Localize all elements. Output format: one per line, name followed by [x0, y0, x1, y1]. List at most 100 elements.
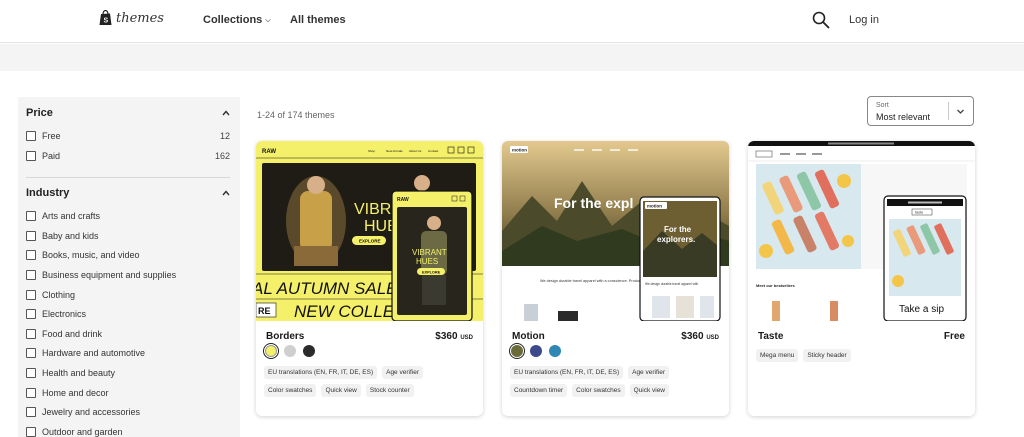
filter-option-industry[interactable]: Clothing: [26, 290, 75, 300]
preview-mobile-body: We design durable travel apparel with: [645, 282, 699, 286]
theme-name[interactable]: Taste: [758, 331, 783, 342]
preview-cta: EXPLORE: [359, 239, 381, 244]
divider: [26, 177, 230, 178]
filter-option-paid[interactable]: Paid: [26, 151, 60, 161]
filter-option-industry[interactable]: Books, music, and video: [26, 250, 140, 260]
feature-tags: Mega menu Sticky header: [756, 349, 968, 362]
theme-preview-image[interactable]: motion For the expl We design durable tr…: [502, 141, 729, 321]
nav-all-themes[interactable]: All themes: [290, 14, 346, 26]
feature-tag: Age verifier: [382, 366, 423, 379]
preview-mobile-brand: RAW: [397, 197, 409, 203]
checkbox[interactable]: [26, 348, 36, 358]
checkbox[interactable]: [26, 329, 36, 339]
search-icon[interactable]: [812, 11, 830, 29]
preview-marquee: AL AUTUMN SALE: [256, 279, 398, 298]
checkbox[interactable]: [26, 388, 36, 398]
feature-tag: EU translations (EN, FR, IT, DE, ES): [510, 366, 624, 379]
feature-tag: Quick view: [321, 384, 361, 397]
theme-preview-image[interactable]: Meet our bestsellers taste Take a sip: [748, 141, 975, 321]
preview-nav: About Us: [409, 149, 422, 153]
checkbox[interactable]: [26, 231, 36, 241]
filter-option-industry[interactable]: Home and decor: [26, 388, 109, 398]
color-swatch[interactable]: [511, 345, 523, 357]
feature-tag: Stock counter: [365, 384, 414, 397]
checkbox[interactable]: [26, 309, 36, 319]
filter-option-industry[interactable]: Food and drink: [26, 329, 102, 339]
preview-marquee-prefix: RE: [258, 306, 271, 316]
filter-option-free[interactable]: Free: [26, 131, 61, 141]
theme-card-taste[interactable]: Meet our bestsellers taste Take a sip Ta…: [748, 141, 975, 416]
nav-collections[interactable]: Collections ⌵: [203, 14, 271, 26]
theme-card-motion[interactable]: motion For the expl We design durable tr…: [502, 141, 729, 416]
sort-label: Sort: [876, 102, 889, 109]
feature-tag: Age verifier: [628, 366, 669, 379]
chevron-up-icon[interactable]: [222, 109, 230, 117]
filter-option-industry[interactable]: Jewelry and accessories: [26, 407, 140, 417]
filter-option-industry[interactable]: Baby and kids: [26, 231, 99, 241]
theme-card-borders[interactable]: RAW Shop New Arrivals About Us Contact V…: [256, 141, 483, 416]
shopify-themes-logo[interactable]: S themes: [99, 10, 164, 26]
color-swatch[interactable]: [265, 345, 277, 357]
filter-sidebar: Price Free 12 Paid 162 Industry Arts and…: [18, 97, 240, 437]
feature-tag: Color swatches: [572, 384, 625, 397]
feature-tag: Countdown timer: [510, 384, 568, 397]
preview-bestsellers: Meet our bestsellers: [756, 283, 795, 288]
login-link[interactable]: Log in: [849, 14, 879, 26]
checkbox[interactable]: [26, 151, 36, 161]
feature-tag: Mega menu: [756, 349, 799, 362]
preview-brand: RAW: [262, 149, 276, 155]
filter-option-industry[interactable]: Arts and crafts: [26, 211, 100, 221]
sort-divider: [948, 102, 949, 120]
checkbox[interactable]: [26, 290, 36, 300]
preview-mobile-headline: HUES: [416, 257, 438, 266]
color-swatches: [265, 345, 315, 357]
color-swatch[interactable]: [549, 345, 561, 357]
checkbox[interactable]: [26, 131, 36, 141]
results-count: 1-24 of 174 themes: [257, 110, 335, 120]
svg-text:S: S: [104, 18, 109, 25]
checkbox[interactable]: [26, 270, 36, 280]
color-swatches: [511, 345, 561, 357]
theme-preview-image[interactable]: RAW Shop New Arrivals About Us Contact V…: [256, 141, 483, 321]
color-swatch[interactable]: [530, 345, 542, 357]
sort-value: Most relevant: [876, 112, 931, 122]
feature-tags: EU translations (EN, FR, IT, DE, ES) Age…: [264, 366, 476, 397]
checkbox[interactable]: [26, 250, 36, 260]
filter-price-title[interactable]: Price: [26, 107, 53, 119]
feature-tag: EU translations (EN, FR, IT, DE, ES): [264, 366, 378, 379]
filter-option-industry[interactable]: Hardware and automotive: [26, 348, 145, 358]
checkbox[interactable]: [26, 368, 36, 378]
preview-nav: Shop: [368, 149, 375, 153]
filter-option-industry[interactable]: Outdoor and garden: [26, 427, 123, 437]
preview-mobile-cta: EXPLORE: [422, 270, 441, 274]
filter-count: 12: [219, 131, 230, 141]
checkbox[interactable]: [26, 427, 36, 437]
preview-headline: For the expl: [554, 195, 633, 211]
filter-option-industry[interactable]: Business equipment and supplies: [26, 270, 176, 280]
shopping-bag-icon: S: [99, 10, 112, 25]
filter-option-industry[interactable]: Electronics: [26, 309, 86, 319]
filter-industry-title[interactable]: Industry: [26, 187, 69, 199]
feature-tag: Color swatches: [264, 384, 317, 397]
preview-mobile-headline: For the: [664, 225, 692, 234]
checkbox[interactable]: [26, 211, 36, 221]
theme-price: $360 USD: [435, 331, 473, 342]
color-swatch[interactable]: [284, 345, 296, 357]
feature-tags: EU translations (EN, FR, IT, DE, ES) Age…: [510, 366, 722, 397]
theme-name[interactable]: Motion: [512, 331, 545, 342]
color-swatch[interactable]: [303, 345, 315, 357]
theme-name[interactable]: Borders: [266, 331, 304, 342]
chevron-up-icon[interactable]: [222, 189, 230, 197]
sort-select[interactable]: Sort Most relevant: [867, 96, 974, 126]
preview-mobile-headline: VIBRANT: [412, 248, 447, 257]
theme-price: $360 USD: [681, 331, 719, 342]
preview-mobile-brand: motion: [647, 204, 662, 209]
checkbox[interactable]: [26, 407, 36, 417]
filter-count: 162: [214, 151, 230, 161]
feature-tag: Sticky header: [803, 349, 851, 362]
preview-nav: New Arrivals: [386, 149, 403, 153]
filter-option-industry[interactable]: Health and beauty: [26, 368, 115, 378]
feature-tag: Quick view: [629, 384, 670, 397]
logo-text: themes: [116, 10, 164, 26]
chevron-down-icon: [957, 109, 964, 114]
